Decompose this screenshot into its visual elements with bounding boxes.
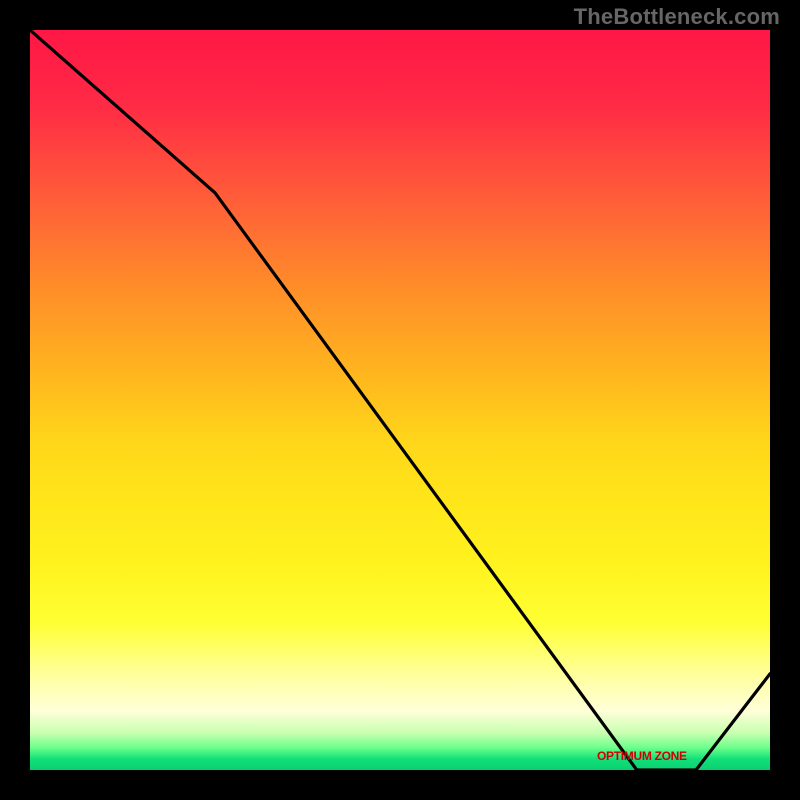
plot-area (30, 30, 770, 770)
watermark-text: TheBottleneck.com (574, 4, 780, 30)
chart-container: TheBottleneck.com OPTIMUM ZONE (0, 0, 800, 800)
